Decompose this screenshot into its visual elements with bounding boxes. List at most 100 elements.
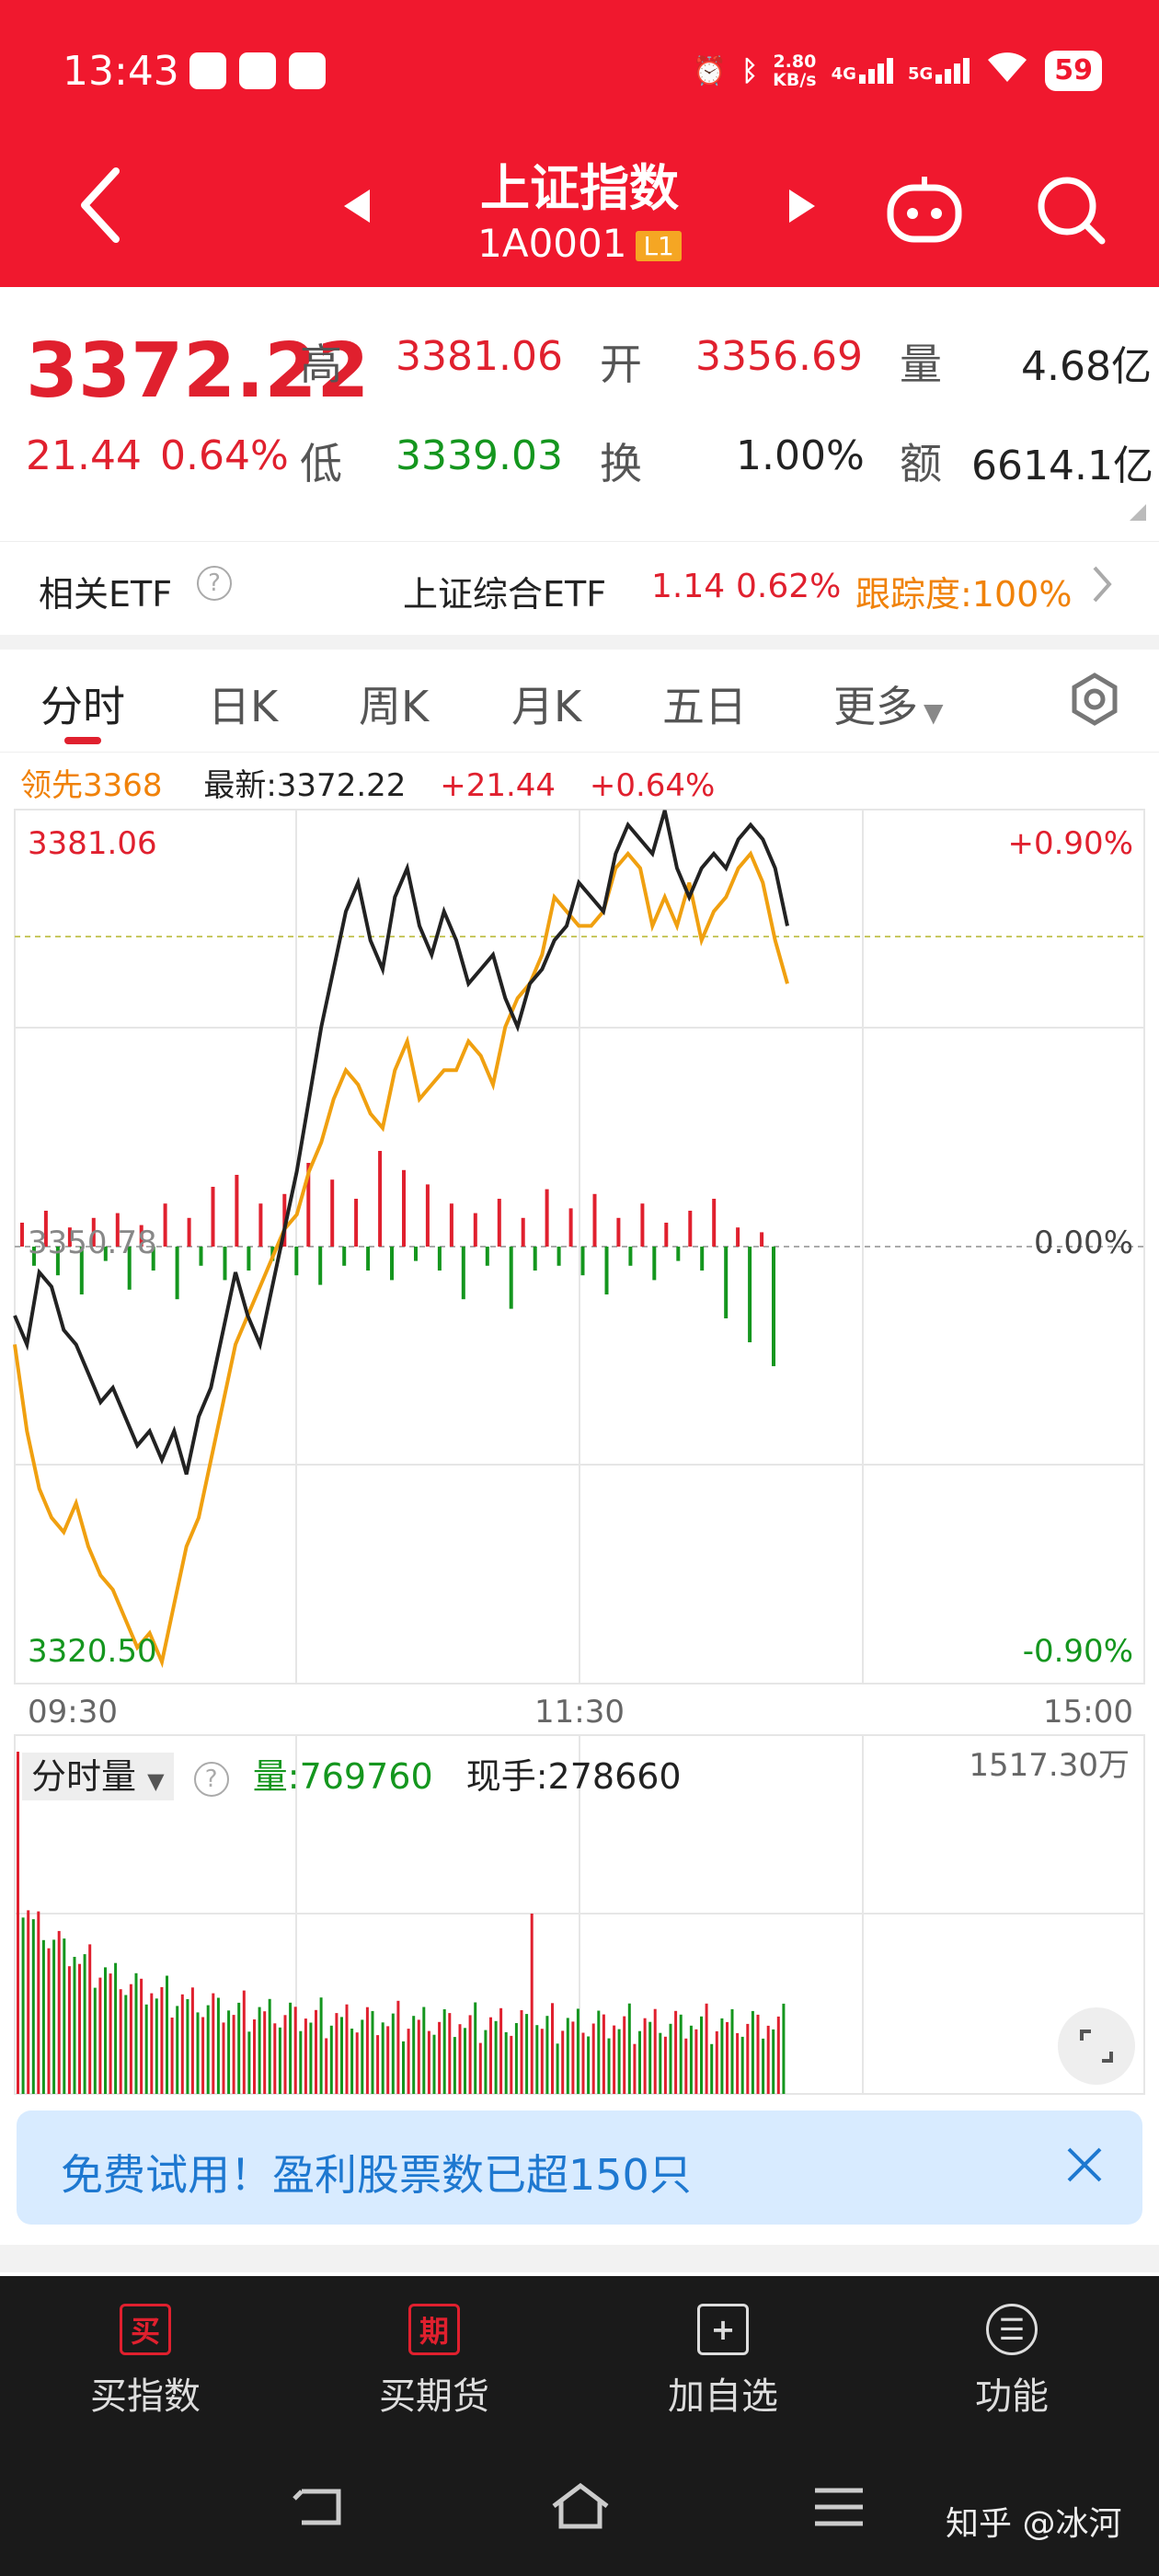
diff-bar: [676, 1247, 681, 1261]
nav-home-icon[interactable]: [548, 2480, 613, 2536]
x-label-mid: 11:30: [534, 1694, 625, 1731]
volume-bar: [540, 2029, 544, 2094]
legend-latest: 最新:3372.22: [203, 767, 407, 804]
promo-banner[interactable]: 免费试用！盈利股票数已超150只: [17, 2110, 1142, 2225]
section-divider: [0, 2245, 1159, 2272]
diff-bar: [211, 1187, 215, 1247]
volume-bar: [319, 1997, 323, 2094]
volume-bar: [638, 2030, 641, 2094]
intraday-chart[interactable]: 3381.06 +0.90% 3350.78 0.00% 3320.50 -0.…: [0, 800, 1159, 2098]
volume-bar: [278, 2027, 281, 2094]
diff-bar: [294, 1247, 299, 1276]
volume-bar: [78, 1963, 81, 2094]
volume-bar: [222, 2022, 225, 2094]
app-icon-3: [289, 52, 326, 89]
robot-assistant-icon[interactable]: [885, 173, 964, 250]
volume-bar: [623, 2016, 626, 2094]
volume-bar: [689, 2025, 693, 2094]
volume-bar: [176, 2006, 179, 2094]
volume-bar: [350, 2029, 354, 2094]
volume-bar: [576, 2008, 580, 2094]
app-header: 13:43 ⏰ ᛒ 2.80 KB/s 4G 5G 59 上证指数 1A0001 L…: [0, 0, 1159, 287]
volume-bar: [659, 2032, 662, 2094]
related-etf-row[interactable]: 相关ETF ? 上证综合ETF 1.14 0.62% 跟踪度:100%: [0, 541, 1159, 633]
stock-code: 1A0001 L1: [0, 221, 1159, 266]
diff-bar: [628, 1247, 633, 1266]
diff-bar: [199, 1247, 203, 1266]
volume-bar: [674, 2010, 678, 2094]
volume-bar: [104, 1967, 107, 2094]
volume-bar: [67, 1966, 71, 2094]
chart-legend: 领先3368 最新:3372.22 +21.44 +0.64%: [20, 760, 715, 805]
etf-label: 相关ETF: [39, 574, 173, 615]
volume-bar: [124, 1995, 128, 2094]
plus-icon: +: [697, 2304, 749, 2355]
volume-bar: [653, 2008, 657, 2094]
fullscreen-icon[interactable]: [1058, 2007, 1135, 2085]
volume-bar: [453, 2037, 456, 2094]
volume-bar: [776, 2016, 780, 2094]
diff-bar: [354, 1199, 359, 1247]
vol-hand: 现手:278660: [465, 1756, 682, 1797]
volume-bar: [37, 1911, 40, 2094]
volume-bar: [98, 1977, 102, 2094]
low-value: 3339.03: [396, 432, 563, 479]
dropdown-arrow-icon: ▼: [924, 697, 944, 728]
diff-bar: [473, 1213, 477, 1247]
volume-bar: [114, 1962, 118, 2094]
tab-daily-k[interactable]: 日K: [208, 673, 278, 734]
diff-bar: [223, 1247, 227, 1281]
volume-bar: [551, 2003, 554, 2094]
expand-corner-icon[interactable]: [1130, 504, 1146, 521]
volume-bar: [412, 2016, 416, 2094]
tab-intraday[interactable]: 分时: [40, 673, 125, 734]
buy-icon: 买: [120, 2304, 171, 2355]
open-label: 开: [600, 339, 642, 389]
volume-bar: [587, 2036, 591, 2094]
vol-total: 量:769760: [252, 1756, 433, 1797]
volume-bar: [247, 2031, 251, 2094]
diff-bar: [568, 1208, 573, 1247]
close-icon[interactable]: [1063, 2144, 1106, 2190]
volume-bar: [186, 1999, 189, 2094]
diff-bar: [557, 1247, 561, 1266]
help-icon[interactable]: ?: [197, 566, 232, 601]
diff-bar: [700, 1247, 705, 1271]
volume-bar: [216, 1997, 220, 2094]
volume-bar: [227, 2010, 231, 2094]
tab-more[interactable]: 更多 ▼: [833, 673, 944, 734]
search-icon[interactable]: [1034, 173, 1107, 250]
volume-bar: [762, 2038, 765, 2094]
tab-five-day[interactable]: 五日: [662, 673, 747, 734]
volume-bar: [73, 1957, 76, 2094]
volume-bar: [52, 1939, 56, 2094]
volume-bar: [520, 2010, 523, 2094]
diff-bar: [175, 1247, 179, 1300]
volume-bar: [299, 2030, 303, 2094]
volume-bar: [591, 2023, 595, 2094]
diff-bar: [592, 1193, 597, 1247]
volume-type-select[interactable]: 分时量 ▼: [22, 1753, 174, 1800]
nav-back-icon[interactable]: [293, 2484, 348, 2534]
help-icon[interactable]: ?: [193, 1761, 229, 1797]
volume-bar: [474, 2002, 477, 2094]
volume-bar: [206, 2005, 210, 2094]
x-label-start: 09:30: [28, 1694, 118, 1731]
page-title: 上证指数: [480, 159, 679, 217]
buy-index-button[interactable]: 买 买指数: [53, 2304, 237, 2420]
add-watchlist-button[interactable]: + 加自选: [631, 2304, 815, 2420]
buy-futures-button[interactable]: 期 买期货: [342, 2304, 526, 2420]
nav-menu-icon[interactable]: [813, 2486, 865, 2532]
volume-bar: [386, 2026, 390, 2094]
next-stock-button[interactable]: [787, 188, 817, 228]
settings-icon[interactable]: [1067, 672, 1122, 730]
diff-bar: [235, 1175, 239, 1247]
tab-weekly-k[interactable]: 周K: [359, 673, 429, 734]
functions-button[interactable]: ☰ 功能: [920, 2304, 1104, 2420]
volume-value: 4.68亿: [1021, 343, 1152, 390]
add-watchlist-label: 加自选: [668, 2375, 778, 2418]
tab-monthly-k[interactable]: 月K: [511, 673, 581, 734]
volume-bar: [212, 1993, 215, 2094]
battery-icon: 59: [1045, 51, 1102, 91]
low-label: 低: [300, 439, 342, 489]
